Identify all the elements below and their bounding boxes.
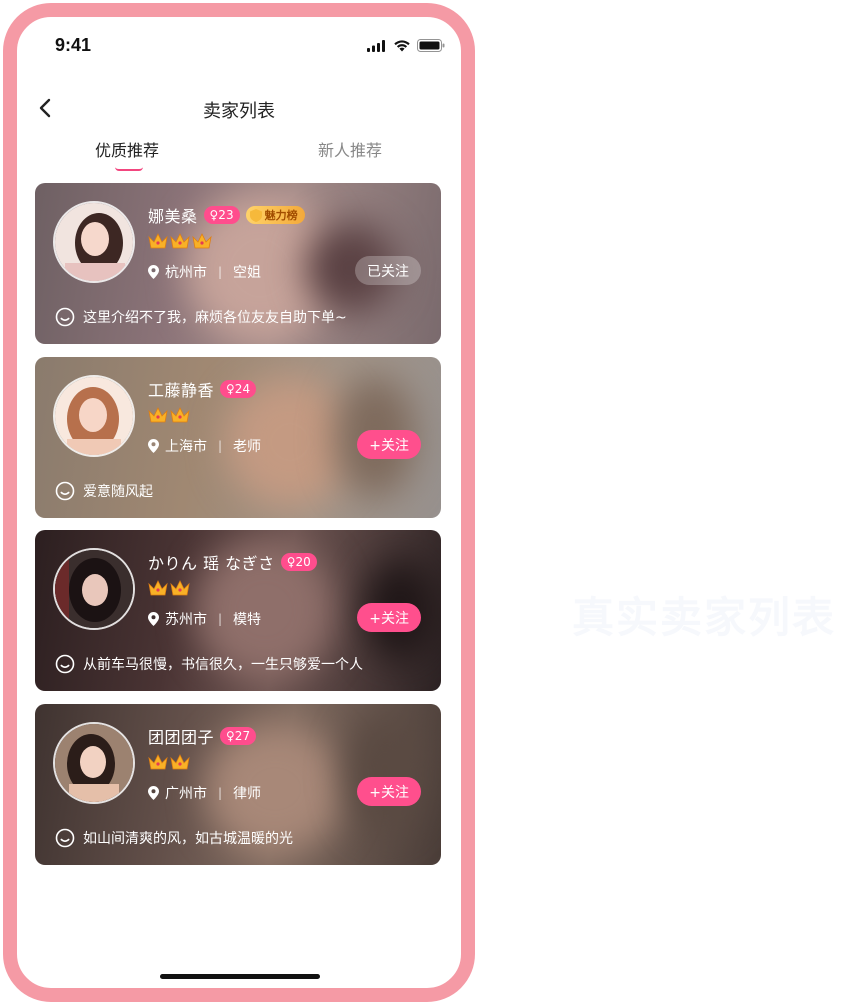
smile-icon	[55, 481, 75, 501]
crown-icon	[148, 407, 168, 423]
city-label: 广州市	[165, 786, 207, 802]
crown-icon	[170, 233, 190, 249]
bio-row: 这里介绍不了我，麻烦各位友友自助下单~	[55, 307, 347, 327]
age-badge: ♀23	[203, 206, 240, 224]
seller-name: 娜美桑	[148, 207, 198, 226]
watermark-text: 真实卖家列表	[572, 593, 837, 642]
name-row: 娜美桑 ♀23 魅力榜	[148, 203, 305, 227]
seller-card[interactable]: 娜美桑 ♀23 魅力榜 杭州市 | 空姐 已关注 这里介绍不了我，麻烦各位友友自…	[35, 183, 441, 344]
separator: |	[218, 612, 223, 626]
nav-bar: 卖家列表	[17, 87, 461, 131]
location-pin-icon	[148, 612, 159, 626]
city-label: 苏州市	[165, 612, 207, 628]
followed-button[interactable]: 已关注	[355, 256, 421, 285]
crown-icon	[192, 233, 212, 249]
age-badge: ♀24	[220, 380, 257, 398]
location-row: 苏州市 | 模特	[148, 609, 261, 629]
avatar[interactable]	[53, 201, 135, 283]
crown-icon	[148, 580, 168, 596]
name-row: 工藤静香 ♀24	[148, 377, 257, 401]
seller-card[interactable]: 工藤静香 ♀24 上海市 | 老师 +关注 爱意随风起	[35, 357, 441, 518]
job-label: 模特	[233, 612, 262, 628]
job-label: 律师	[233, 786, 262, 802]
battery-icon	[417, 39, 445, 52]
tab-quality-recommend[interactable]: 优质推荐	[95, 137, 159, 161]
name-row: かりん 瑶 なぎさ ♀20	[148, 550, 317, 574]
seller-card[interactable]: かりん 瑶 なぎさ ♀20 苏州市 | 模特 +关注 从前车马很慢，书信很久，一…	[35, 530, 441, 691]
bio-text: 爱意随风起	[83, 484, 153, 500]
crown-icon	[148, 233, 168, 249]
bio-text: 如山间清爽的风，如古城温暖的光	[83, 831, 293, 847]
avatar[interactable]	[53, 722, 135, 804]
crown-icon	[148, 754, 168, 770]
location-pin-icon	[148, 786, 159, 800]
home-indicator[interactable]	[160, 974, 320, 979]
smile-icon	[55, 828, 75, 848]
crown-rating	[148, 233, 212, 249]
location-row: 广州市 | 律师	[148, 783, 261, 803]
city-label: 杭州市	[165, 265, 207, 281]
bio-row: 爱意随风起	[55, 481, 153, 501]
location-row: 上海市 | 老师	[148, 436, 261, 456]
signal-icon	[367, 39, 385, 52]
bio-row: 如山间清爽的风，如古城温暖的光	[55, 828, 293, 848]
avatar[interactable]	[53, 375, 135, 457]
app-screen: 9:41 卖家列表 优质推荐 新人推荐 娜美桑 ♀23 魅力榜 杭州市 | 空姐…	[17, 17, 461, 988]
page-title: 卖家列表	[203, 101, 275, 122]
separator: |	[218, 786, 223, 800]
crown-icon	[170, 754, 190, 770]
crown-icon	[170, 580, 190, 596]
bio-text: 这里介绍不了我，麻烦各位友友自助下单~	[83, 310, 347, 326]
wifi-icon	[394, 40, 410, 52]
charm-ranking-badge: 魅力榜	[245, 206, 305, 224]
separator: |	[218, 265, 223, 279]
location-row: 杭州市 | 空姐	[148, 262, 261, 282]
crown-icon	[170, 407, 190, 423]
seller-card[interactable]: 团团团子 ♀27 广州市 | 律师 +关注 如山间清爽的风，如古城温暖的光	[35, 704, 441, 865]
charm-badge-label: 魅力榜	[264, 209, 298, 222]
name-row: 团团团子 ♀27	[148, 724, 257, 748]
phone-frame: 9:41 卖家列表 优质推荐 新人推荐 娜美桑 ♀23 魅力榜 杭州市 | 空姐…	[3, 3, 475, 1002]
follow-button[interactable]: +关注	[357, 430, 421, 459]
avatar[interactable]	[53, 548, 135, 630]
active-tab-indicator	[115, 167, 143, 171]
seller-name: かりん 瑶 なぎさ	[148, 554, 275, 573]
tab-bar: 优质推荐 新人推荐	[17, 137, 461, 177]
bio-row: 从前车马很慢，书信很久，一生只够爱一个人	[55, 654, 363, 674]
seller-name: 团团团子	[148, 728, 215, 747]
job-label: 空姐	[233, 265, 262, 281]
age-badge: ♀27	[220, 727, 257, 745]
job-label: 老师	[233, 439, 262, 455]
bio-text: 从前车马很慢，书信很久，一生只够爱一个人	[83, 657, 363, 673]
seller-name: 工藤静香	[148, 381, 215, 400]
location-pin-icon	[148, 439, 159, 453]
smile-icon	[55, 654, 75, 674]
status-icons	[367, 39, 445, 52]
status-bar: 9:41	[17, 17, 461, 77]
shield-icon	[249, 208, 262, 222]
crown-rating	[148, 580, 190, 596]
location-pin-icon	[148, 265, 159, 279]
tab-newcomer-recommend[interactable]: 新人推荐	[318, 137, 382, 161]
status-time: 9:41	[55, 35, 92, 55]
follow-button[interactable]: +关注	[357, 603, 421, 632]
city-label: 上海市	[165, 439, 207, 455]
age-badge: ♀20	[280, 553, 317, 571]
crown-rating	[148, 407, 190, 423]
follow-button[interactable]: +关注	[357, 777, 421, 806]
crown-rating	[148, 754, 190, 770]
smile-icon	[55, 307, 75, 327]
separator: |	[218, 439, 223, 453]
